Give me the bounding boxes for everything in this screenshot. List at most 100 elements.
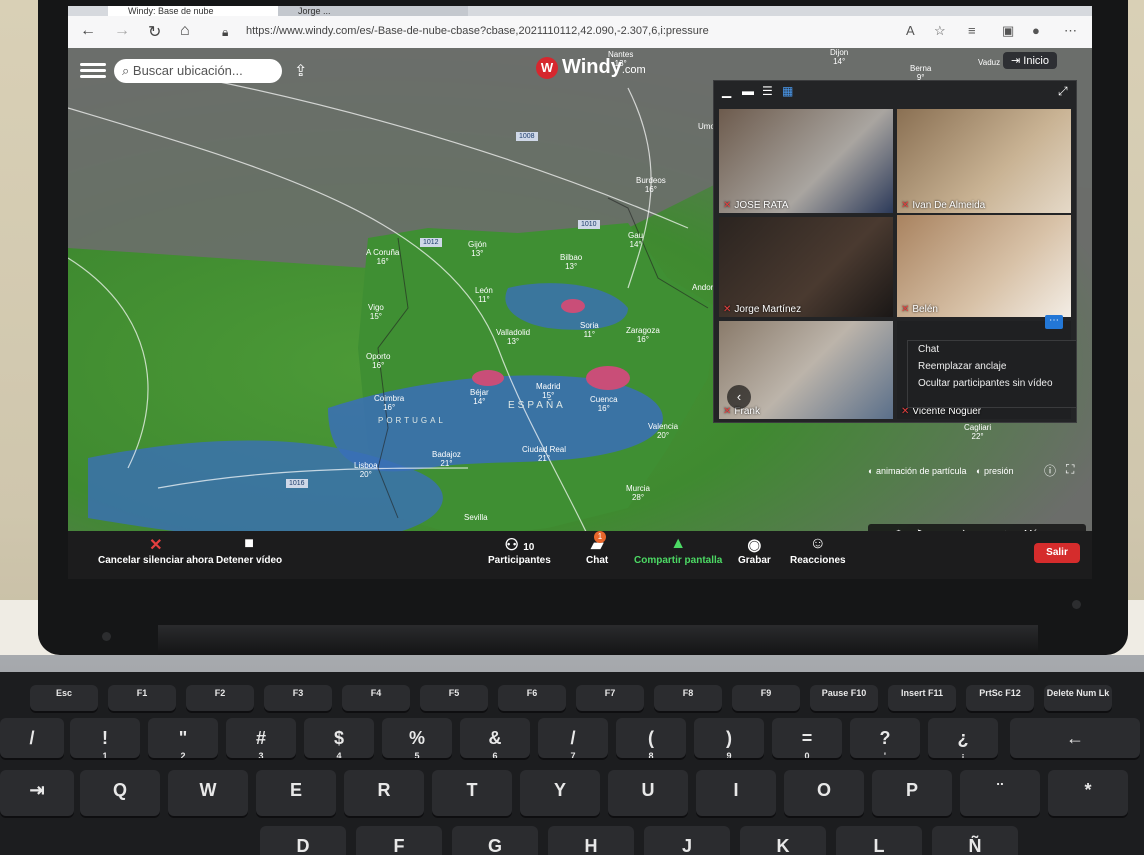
keyboard-key[interactable]: ¿ ¡ [928, 718, 998, 758]
city-label[interactable]: Gijón 13° [468, 240, 487, 258]
home-login-button[interactable]: ⇥ Inicio [1003, 52, 1057, 69]
minimize-icon[interactable]: ▁ [722, 84, 731, 98]
city-label[interactable]: Valencia 20° [648, 422, 678, 440]
participant-tile[interactable]: ✕ Ivan De Almeida [897, 109, 1071, 213]
keyboard-key[interactable]: ← [1010, 718, 1140, 758]
favorite-icon[interactable]: ☆ [934, 23, 946, 39]
unmute-button[interactable]: ✕ Cancelar silenciar ahora [98, 535, 214, 566]
speaker-view-icon[interactable]: ▬ [742, 84, 754, 98]
keyboard-key[interactable]: / [0, 718, 64, 758]
city-label[interactable]: Cagliari 22° [964, 423, 991, 441]
chevron-left-icon[interactable]: ‹ [727, 385, 751, 409]
city-label[interactable]: A Coruña 16° [366, 248, 399, 266]
keyboard-key[interactable]: ? ' [850, 718, 920, 758]
keyboard-key[interactable]: O [784, 770, 864, 816]
keyboard-key[interactable]: Y [520, 770, 600, 816]
expand-icon[interactable]: ⤢ [1058, 84, 1068, 99]
keyboard-key[interactable]: ) 9 [694, 718, 764, 758]
keyboard-key[interactable]: Q [80, 770, 160, 816]
keyboard-key[interactable]: Esc [30, 685, 98, 711]
gallery-view-icon[interactable]: ▦ [782, 84, 793, 98]
keyboard-key[interactable]: T [432, 770, 512, 816]
keyboard-key[interactable]: ¨ [960, 770, 1040, 816]
keyboard-key[interactable]: ! 1 [70, 718, 140, 758]
participants-button[interactable]: ⚇ 10 Participantes [488, 535, 551, 566]
url-text[interactable]: https://www.windy.com/es/-Base-de-nube-c… [246, 25, 709, 37]
location-search-input[interactable]: ⌕ Buscar ubicación... [114, 59, 282, 83]
more-menu-icon[interactable]: ⋯ [1064, 23, 1077, 39]
pressure-toggle[interactable]: ◐ presión [976, 466, 1013, 476]
keyboard-key[interactable]: L [836, 826, 922, 855]
city-label[interactable]: Badajoz 21° [432, 450, 461, 468]
keyboard-key[interactable]: F5 [420, 685, 488, 711]
hamburger-menu-icon[interactable] [80, 60, 106, 80]
keyboard-key[interactable]: & 6 [460, 718, 530, 758]
leave-meeting-button[interactable]: Salir [1034, 543, 1080, 563]
home-icon[interactable]: ⌂ [180, 22, 190, 40]
city-label[interactable]: Cuenca 16° [590, 395, 618, 413]
city-label[interactable]: Soria 11° [580, 321, 599, 339]
keyboard-key[interactable]: P [872, 770, 952, 816]
keyboard-key[interactable]: W [168, 770, 248, 816]
city-label[interactable]: Murcia 28° [626, 484, 650, 502]
keyboard-key[interactable]: G [452, 826, 538, 855]
keyboard-key[interactable]: E [256, 770, 336, 816]
forward-icon[interactable]: → [114, 22, 130, 40]
city-label[interactable]: Burdeos 16° [636, 176, 666, 194]
windy-logo[interactable]: W Windy.com [536, 56, 646, 79]
city-label[interactable]: León 11° [475, 286, 493, 304]
reactions-button[interactable]: ☺ Reacciones [790, 535, 846, 566]
browser-tab-other[interactable]: Jorge ... [278, 6, 468, 16]
city-label[interactable]: Lisboa 20° [354, 461, 378, 479]
keyboard-key[interactable]: F2 [186, 685, 254, 711]
city-label[interactable]: Madrid 15° [536, 382, 560, 400]
keyboard-key[interactable]: U [608, 770, 688, 816]
keyboard-key[interactable]: F1 [108, 685, 176, 711]
keyboard-key[interactable]: % 5 [382, 718, 452, 758]
keyboard-key[interactable]: J [644, 826, 730, 855]
keyboard-key[interactable]: Insert F11 [888, 685, 956, 711]
city-label[interactable]: Oporto 16° [366, 352, 390, 370]
city-label[interactable]: Coimbra 16° [374, 394, 404, 412]
info-icon[interactable]: ⓘ [1044, 462, 1056, 479]
participant-tile[interactable]: ✕ Belén [897, 215, 1071, 317]
keyboard-key[interactable]: /7 [538, 718, 608, 758]
menu-item-replace-pin[interactable]: Reemplazar anclaje [908, 358, 1076, 375]
city-label[interactable]: Béjar 14° [470, 388, 489, 406]
reload-icon[interactable]: ↻ [148, 22, 161, 42]
keyboard-key[interactable]: H [548, 826, 634, 855]
keyboard-key[interactable]: " 2 [148, 718, 218, 758]
keyboard-key[interactable]: F [356, 826, 442, 855]
keyboard-key[interactable]: F8 [654, 685, 722, 711]
keyboard-key[interactable]: = 0 [772, 718, 842, 758]
city-label[interactable]: Vigo 15° [368, 303, 384, 321]
profile-icon[interactable]: ● [1032, 23, 1040, 38]
keyboard-key[interactable]: (8 [616, 718, 686, 758]
keyboard-key[interactable]: F4 [342, 685, 410, 711]
menu-item-hide-no-video[interactable]: Ocultar participantes sin vídeo [908, 375, 1076, 392]
city-label[interactable]: Bilbao 13° [560, 253, 582, 271]
keyboard-key[interactable]: F6 [498, 685, 566, 711]
back-icon[interactable]: ← [80, 22, 96, 40]
keyboard-key[interactable]: Pause F10 [810, 685, 878, 711]
strip-view-icon[interactable]: ☰ [762, 84, 773, 98]
tile-more-button[interactable]: ⋯ [1045, 315, 1063, 329]
city-label[interactable]: Ciudad Real 21° [522, 445, 566, 463]
menu-item-chat[interactable]: Chat [908, 341, 1076, 358]
keyboard-key[interactable]: * [1048, 770, 1128, 816]
city-label[interactable]: Andor [692, 283, 713, 292]
collections-icon[interactable]: ▣ [1002, 23, 1014, 39]
keyboard-key[interactable]: F9 [732, 685, 800, 711]
favorites-bar-icon[interactable]: ≡ [968, 23, 976, 38]
keyboard-key[interactable]: ⇥ [0, 770, 74, 816]
city-label[interactable]: Valladolid 13° [496, 328, 530, 346]
share-screen-button[interactable]: ▲ Compartir pantalla [634, 535, 722, 566]
keyboard-key[interactable]: F3 [264, 685, 332, 711]
keyboard-key[interactable]: R [344, 770, 424, 816]
keyboard-key[interactable]: I [696, 770, 776, 816]
keyboard-key[interactable]: F7 [576, 685, 644, 711]
city-label[interactable]: Gau 14° [628, 231, 643, 249]
browser-tab-active[interactable]: Windy: Base de nube [108, 6, 288, 16]
particle-animation-toggle[interactable]: ◐ animación de partícula [868, 466, 967, 476]
record-button[interactable]: ◉ Grabar [738, 535, 771, 566]
